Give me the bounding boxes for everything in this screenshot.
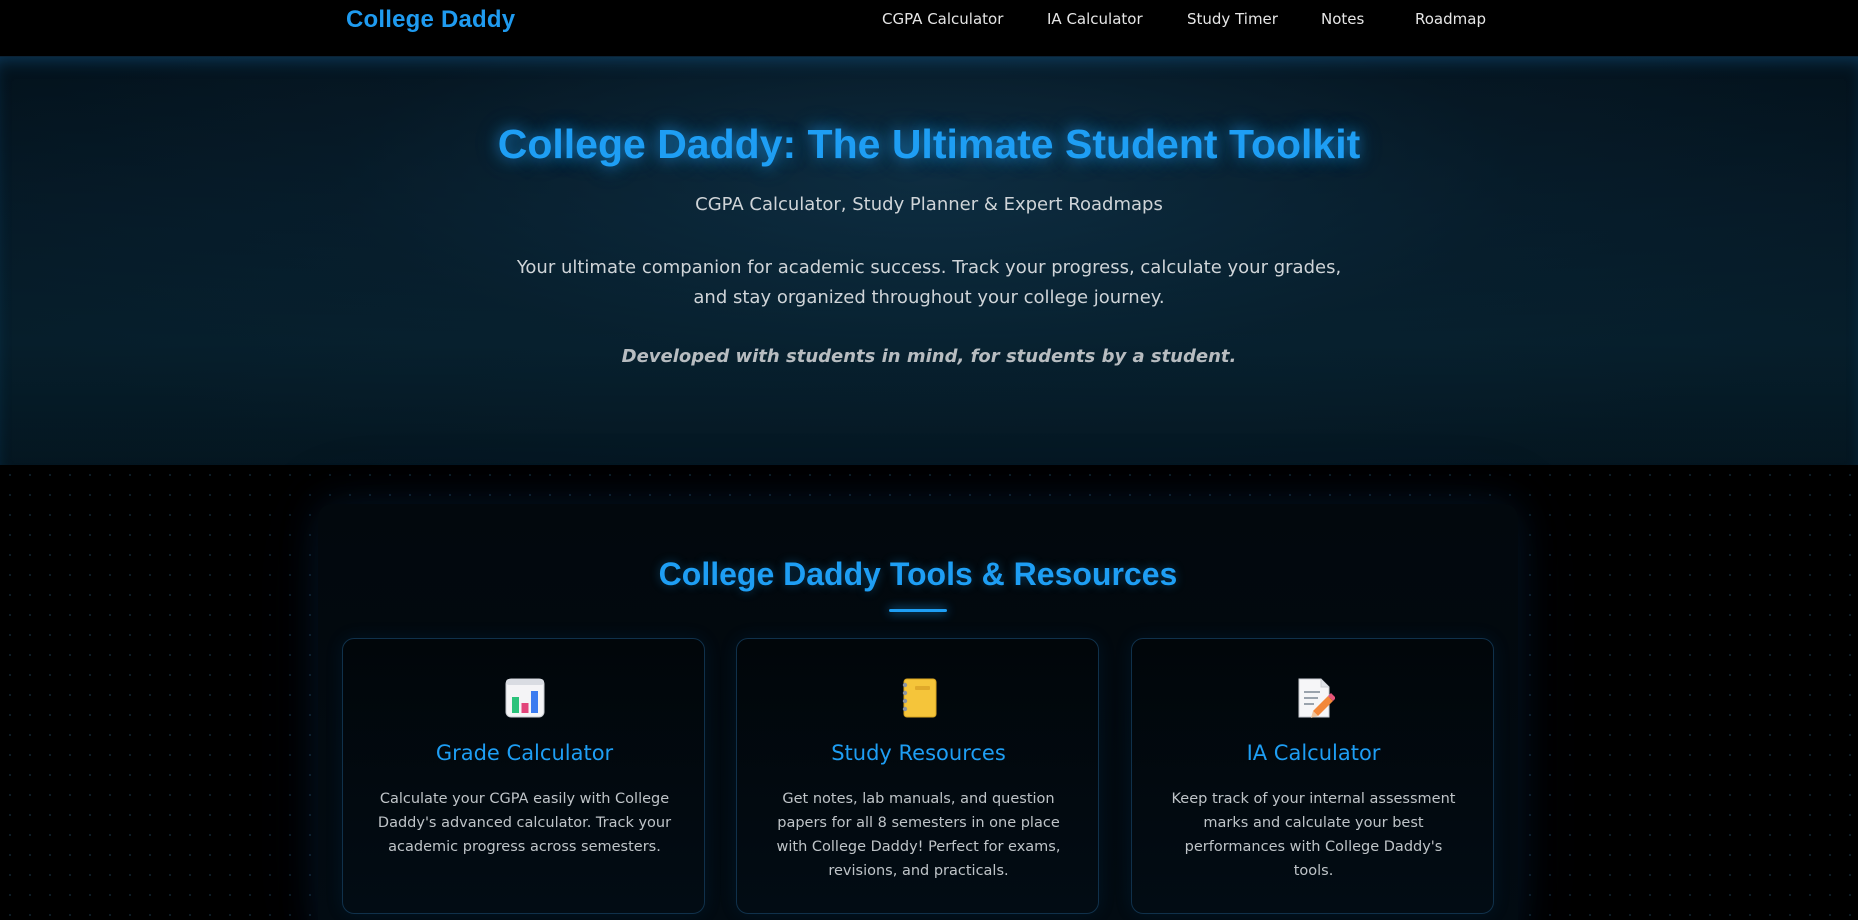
bar-chart-icon [505, 678, 545, 718]
memo-pencil-icon [1298, 678, 1335, 718]
hero-tagline: Developed with students in mind, for stu… [621, 346, 1237, 367]
nav-link-study-timer[interactable]: Study Timer [1187, 10, 1278, 28]
card-study-resources[interactable]: Study Resources Get notes, lab manuals, … [736, 638, 1099, 914]
card-title: IA Calculator [1246, 741, 1381, 765]
top-navbar: College Daddy CGPA Calculator IA Calcula… [0, 0, 1858, 57]
hero-subtitle: CGPA Calculator, Study Planner & Expert … [695, 194, 1163, 215]
nav-link-cgpa-calculator[interactable]: CGPA Calculator [882, 10, 1003, 28]
title-underline [889, 609, 947, 612]
card-description: Keep track of your internal assessment m… [1171, 791, 1456, 879]
nav-links: CGPA Calculator IA Calculator Study Time… [0, 10, 1858, 30]
card-title: Study Resources [831, 741, 1006, 765]
card-grade-calculator[interactable]: Grade Calculator Calculate your CGPA eas… [342, 638, 705, 914]
card-title: Grade Calculator [435, 741, 614, 765]
nav-link-ia-calculator[interactable]: IA Calculator [1047, 10, 1143, 28]
nav-link-notes[interactable]: Notes [1321, 10, 1364, 28]
nav-link-roadmap[interactable]: Roadmap [1415, 10, 1486, 28]
tools-section-title: College Daddy Tools & Resources [658, 556, 1178, 592]
notebook-icon [902, 678, 937, 718]
hero-title: College Daddy: The Ultimate Student Tool… [497, 121, 1361, 167]
hero-section: College Daddy: The Ultimate Student Tool… [0, 57, 1858, 465]
hero-description: Your ultimate companion for academic suc… [516, 257, 1342, 308]
card-ia-calculator[interactable]: IA Calculator Keep track of your interna… [1131, 638, 1494, 914]
card-description: Get notes, lab manuals, and question pap… [776, 791, 1061, 879]
tools-section: College Daddy Tools & Resources Grade Ca… [318, 504, 1518, 920]
card-description: Calculate your CGPA easily with College … [377, 791, 672, 855]
